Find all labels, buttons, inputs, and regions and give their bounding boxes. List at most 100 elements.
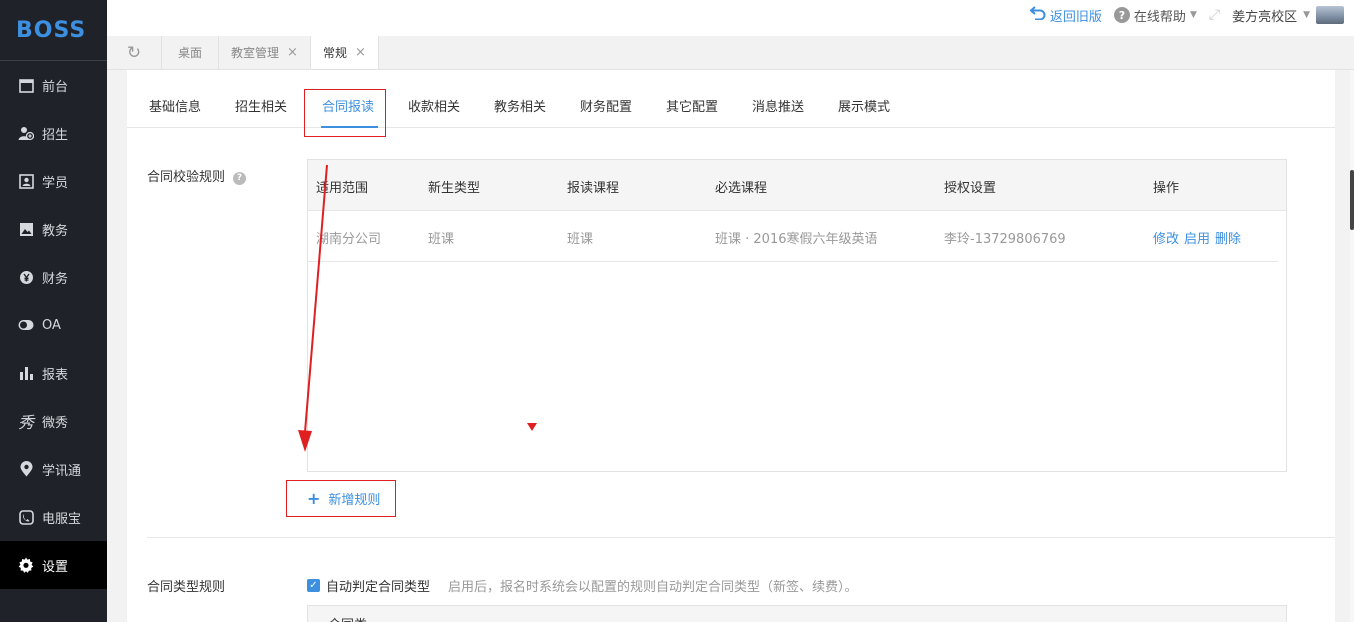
gear-icon (18, 557, 34, 573)
refresh-icon[interactable]: ↻ (107, 36, 162, 69)
contract-type-table: 合同类 (307, 605, 1287, 622)
add-user-icon (18, 125, 34, 141)
page-tabs-bar: ↻ 桌面 教室管理 × 常规 × (107, 36, 1354, 70)
sidebar-item-label: 学员 (42, 175, 69, 191)
subtab-finance-config[interactable]: 财务配置 (580, 96, 632, 115)
sidebar-item-settings[interactable]: 设置 (0, 541, 107, 589)
sidebar-item-students[interactable]: 学员 (0, 157, 107, 205)
settings-panel: 基础信息 招生相关 合同报读 收款相关 教务相关 财务配置 其它配置 消息推送 … (127, 70, 1335, 622)
table-row: 湖南分公司 班课 班课 班课 · 2016寒假六年级英语 李玲-13729806… (308, 211, 1278, 262)
picture-icon (18, 221, 34, 237)
page-tab-classroom[interactable]: 教室管理 × (219, 36, 311, 69)
back-label: 返回旧版 (1049, 9, 1102, 25)
sidebar-item-label: 电服宝 (42, 511, 82, 527)
online-help-dropdown[interactable]: ? 在线帮助 ▼ (1113, 6, 1197, 25)
campus-label: 姜方亮校区 (1232, 9, 1298, 25)
avatar[interactable] (1316, 6, 1344, 24)
page-tab-label: 常规 (322, 46, 347, 60)
chevron-down-icon: ▼ (1189, 10, 1197, 20)
logo[interactable]: BOSS (0, 0, 107, 61)
sidebar-item-label: OA (42, 317, 61, 333)
cell-course: 班课 (567, 232, 594, 247)
cell-scope: 湖南分公司 (316, 232, 382, 247)
page-tab-label: 桌面 (178, 46, 203, 60)
column-header: 适用范围 (316, 181, 369, 196)
sidebar-item-oa[interactable]: OA (0, 301, 107, 349)
sidebar-item-label: 招生 (42, 127, 69, 143)
cell-required-course: 班课 · 2016寒假六年级英语 (715, 232, 878, 247)
sidebar-item-academic[interactable]: 教务 (0, 205, 107, 253)
auto-contract-type-row: ✓ 自动判定合同类型 启用后，报名时系统会以配置的规则自动判定合同类型（新签、续… (307, 576, 858, 595)
contract-rules-label: 合同校验规则? (147, 166, 247, 185)
page-tab-label: 教室管理 (231, 46, 280, 60)
sidebar-item-weixiu[interactable]: 秀 微秀 (0, 397, 107, 445)
top-bar: 返回旧版 ? 在线帮助 ▼ ⤢ 姜方亮校区 ▼ (107, 0, 1354, 36)
sidebar-item-label: 学讯通 (42, 463, 82, 479)
subtab-academic[interactable]: 教务相关 (494, 96, 546, 115)
section-label-text: 合同校验规则 (147, 170, 226, 185)
checkbox-label: 自动判定合同类型 (326, 580, 431, 595)
page-tab-general[interactable]: 常规 × (310, 36, 379, 69)
close-icon[interactable]: × (355, 45, 366, 60)
row-actions: 修改 启用 删除 (1153, 228, 1241, 247)
subtab-display-mode[interactable]: 展示模式 (838, 96, 890, 115)
chevron-down-icon: ▼ (1303, 10, 1310, 20)
sidebar-item-finance[interactable]: 财务 (0, 253, 107, 301)
id-card-icon (18, 173, 34, 189)
phone-icon (18, 509, 34, 525)
sidebar-item-label: 前台 (42, 79, 69, 95)
sidebar-item-label: 设置 (42, 559, 69, 575)
contract-type-label: 合同类型规则 (147, 580, 226, 595)
hint-text: 启用后，报名时系统会以配置的规则自动判定合同类型（新签、续费）。 (448, 580, 858, 595)
sidebar-item-reports[interactable]: 报表 (0, 349, 107, 397)
section-divider (147, 537, 1335, 538)
sidebar-item-label: 财务 (42, 271, 69, 287)
cell-auth: 李玲-13729806769 (944, 232, 1066, 247)
column-header: 报读课程 (567, 181, 620, 196)
sidebar: BOSS 前台 招生 学员 教务 财务 OA 报表 秀 微秀 学讯通 电服宝 设… (0, 0, 107, 622)
sidebar-item-front-desk[interactable]: 前台 (0, 61, 107, 109)
column-header: 新生类型 (428, 181, 481, 196)
fullscreen-icon[interactable]: ⤢ (1209, 7, 1220, 23)
sidebar-item-label: 报表 (42, 367, 69, 383)
enable-link[interactable]: 启用 (1184, 228, 1210, 247)
back-to-old-version-link[interactable]: 返回旧版 (1029, 6, 1102, 25)
contract-rules-table: 适用范围 新生类型 报读课程 必选课程 授权设置 操作 湖南分公司 班课 班课 … (307, 159, 1287, 472)
scrollbar-track[interactable] (1350, 70, 1354, 622)
question-icon: ? (1113, 7, 1130, 23)
close-icon[interactable]: × (287, 45, 298, 60)
subtab-other-config[interactable]: 其它配置 (666, 96, 718, 115)
column-header: 合同类 (328, 614, 367, 622)
xiu-icon: 秀 (18, 413, 35, 432)
add-rule-label: 新增规则 (328, 493, 381, 508)
help-question-icon[interactable]: ? (233, 171, 247, 185)
column-header: 操作 (1153, 181, 1180, 196)
yen-icon (18, 269, 34, 285)
location-pin-icon (18, 461, 34, 477)
bar-chart-icon (18, 365, 34, 381)
sidebar-item-label: 教务 (42, 223, 69, 239)
auto-contract-type-checkbox[interactable]: ✓ (307, 579, 320, 592)
sidebar-item-dianfubao[interactable]: 电服宝 (0, 493, 107, 541)
subtab-payment[interactable]: 收款相关 (408, 96, 460, 115)
column-header: 授权设置 (944, 181, 997, 196)
campus-dropdown[interactable]: 姜方亮校区 ▼ (1232, 6, 1344, 25)
undo-arrow-icon (1029, 6, 1046, 24)
sidebar-item-enrollment[interactable]: 招生 (0, 109, 107, 157)
delete-link[interactable]: 删除 (1215, 228, 1241, 247)
page-tab-desktop[interactable]: 桌面 (162, 36, 220, 69)
edit-link[interactable]: 修改 (1153, 228, 1179, 247)
add-rule-button[interactable]: + 新增规则 (286, 480, 396, 517)
scrollbar-thumb[interactable] (1350, 170, 1354, 230)
calendar-icon (18, 77, 34, 93)
annotation-highlight-box (304, 89, 386, 137)
subtab-enrollment[interactable]: 招生相关 (235, 96, 287, 115)
cell-new-type: 班课 (428, 232, 455, 247)
toggle-icon (18, 317, 34, 333)
table-header: 适用范围 新生类型 报读课程 必选课程 授权设置 操作 (308, 160, 1286, 211)
help-label: 在线帮助 (1133, 9, 1186, 25)
subtab-basic-info[interactable]: 基础信息 (149, 96, 201, 115)
sidebar-item-xuexuntong[interactable]: 学讯通 (0, 445, 107, 493)
subtab-message-push[interactable]: 消息推送 (752, 96, 804, 115)
sidebar-item-label: 微秀 (42, 415, 69, 431)
